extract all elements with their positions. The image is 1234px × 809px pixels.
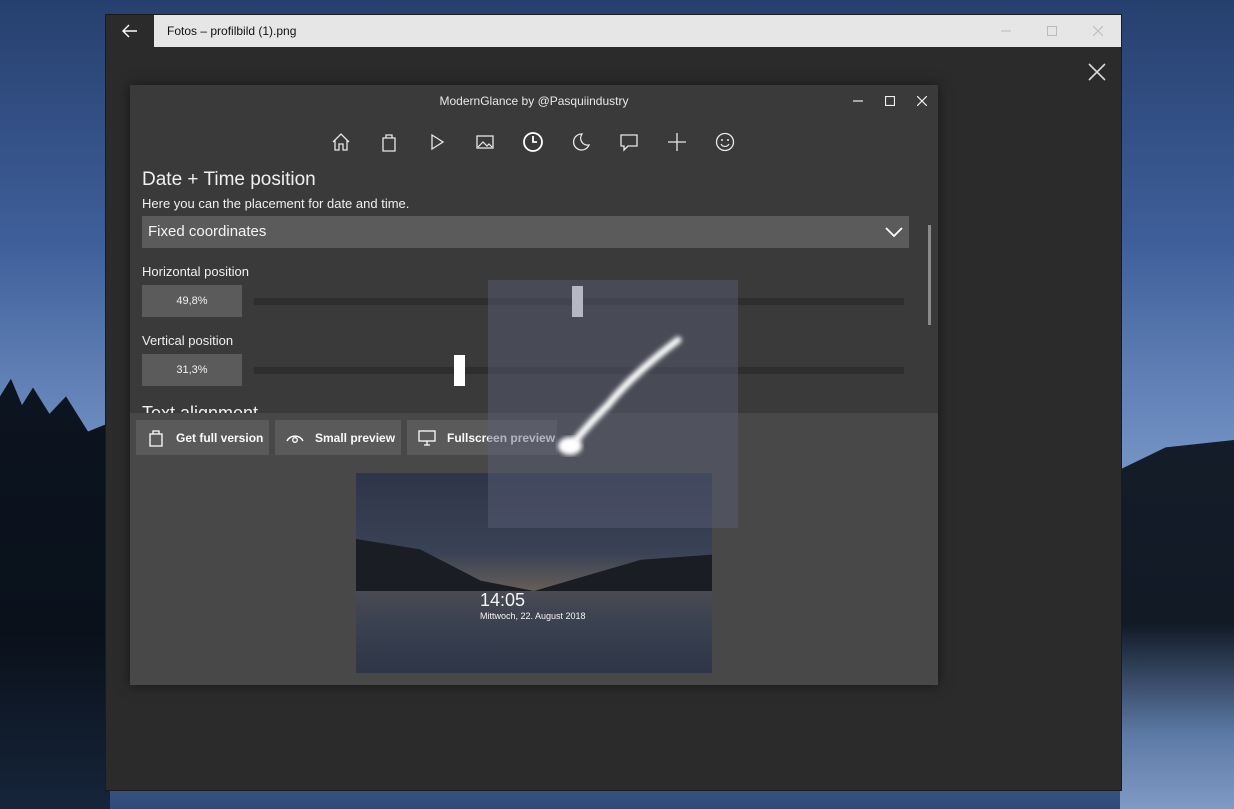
app-close-button[interactable]	[906, 85, 938, 117]
home-icon	[332, 133, 350, 151]
nav-about[interactable]	[705, 123, 745, 161]
horizontal-position-label: Horizontal position	[142, 264, 249, 279]
app-minimize-button[interactable]	[842, 85, 874, 117]
placement-mode-select[interactable]: Fixed coordinates	[142, 216, 909, 248]
monitor-icon	[418, 429, 436, 446]
small-preview-label: Small preview	[315, 430, 396, 445]
photos-viewer-close-button[interactable]	[1080, 55, 1114, 89]
photos-titlebar: Fotos – profilbild (1).png	[106, 15, 1121, 47]
section-heading: Date + Time position	[142, 169, 316, 190]
eye-icon	[286, 434, 304, 443]
speech-bubble-icon	[620, 134, 638, 152]
nav-media[interactable]	[417, 123, 457, 161]
text-alignment-heading: Text alignment	[142, 403, 259, 413]
get-full-version-label: Get full version	[176, 430, 264, 445]
photos-close-button[interactable]	[1075, 15, 1121, 47]
maximize-icon	[1047, 26, 1057, 36]
wallpaper-hill	[1120, 440, 1234, 809]
app-title: ModernGlance by @Pasquiindustry	[439, 94, 629, 108]
preview-landscape	[356, 539, 712, 591]
photos-window-title: Fotos – profilbild (1).png	[167, 24, 297, 38]
close-icon	[917, 96, 927, 106]
play-icon	[431, 133, 445, 151]
get-full-version-button[interactable]: Get full version	[136, 420, 269, 455]
arrow-left-icon	[122, 24, 137, 38]
vertical-position-value[interactable]: 31,3%	[142, 354, 242, 386]
minimize-icon	[1001, 30, 1011, 32]
maximize-icon	[885, 96, 895, 106]
shopping-bag-icon	[382, 134, 396, 152]
nav-clock[interactable]	[513, 123, 553, 161]
app-maximize-button[interactable]	[874, 85, 906, 117]
nav-home[interactable]	[321, 123, 361, 161]
minimize-icon	[853, 100, 863, 102]
preview-date: Mittwoch, 22. August 2018	[480, 611, 586, 621]
nav-background[interactable]	[465, 123, 505, 161]
settings-scrollbar[interactable]	[928, 225, 931, 325]
vertical-slider-thumb[interactable]	[454, 355, 465, 386]
vertical-position-label: Vertical position	[142, 333, 234, 348]
back-button[interactable]	[106, 15, 154, 47]
photos-maximize-button[interactable]	[1029, 15, 1075, 47]
plus-icon	[668, 133, 686, 151]
wallpaper-trees	[0, 378, 110, 809]
nav-add[interactable]	[657, 123, 697, 161]
app-titlebar: ModernGlance by @Pasquiindustry	[130, 85, 938, 117]
preview-time: 14:05	[480, 590, 526, 610]
nav-store[interactable]	[369, 123, 409, 161]
nav-messages[interactable]	[609, 123, 649, 161]
image-icon	[476, 135, 494, 149]
shopping-bag-icon	[149, 429, 163, 447]
photos-minimize-button[interactable]	[983, 15, 1029, 47]
paintbrush-icon	[558, 336, 682, 455]
placement-mode-value: Fixed coordinates	[148, 223, 267, 240]
section-description: Here you can the placement for date and …	[142, 196, 410, 211]
chevron-down-icon	[885, 227, 903, 238]
small-preview-button[interactable]: Small preview	[275, 420, 401, 455]
smiley-icon	[715, 132, 735, 152]
nav-bar	[130, 123, 938, 161]
clock-icon	[523, 132, 543, 152]
close-icon	[1093, 26, 1103, 36]
moon-icon	[573, 133, 591, 151]
horizontal-position-value[interactable]: 49,8%	[142, 285, 242, 317]
nav-night[interactable]	[561, 123, 601, 161]
preview-water	[356, 591, 712, 673]
close-icon	[1088, 63, 1106, 81]
